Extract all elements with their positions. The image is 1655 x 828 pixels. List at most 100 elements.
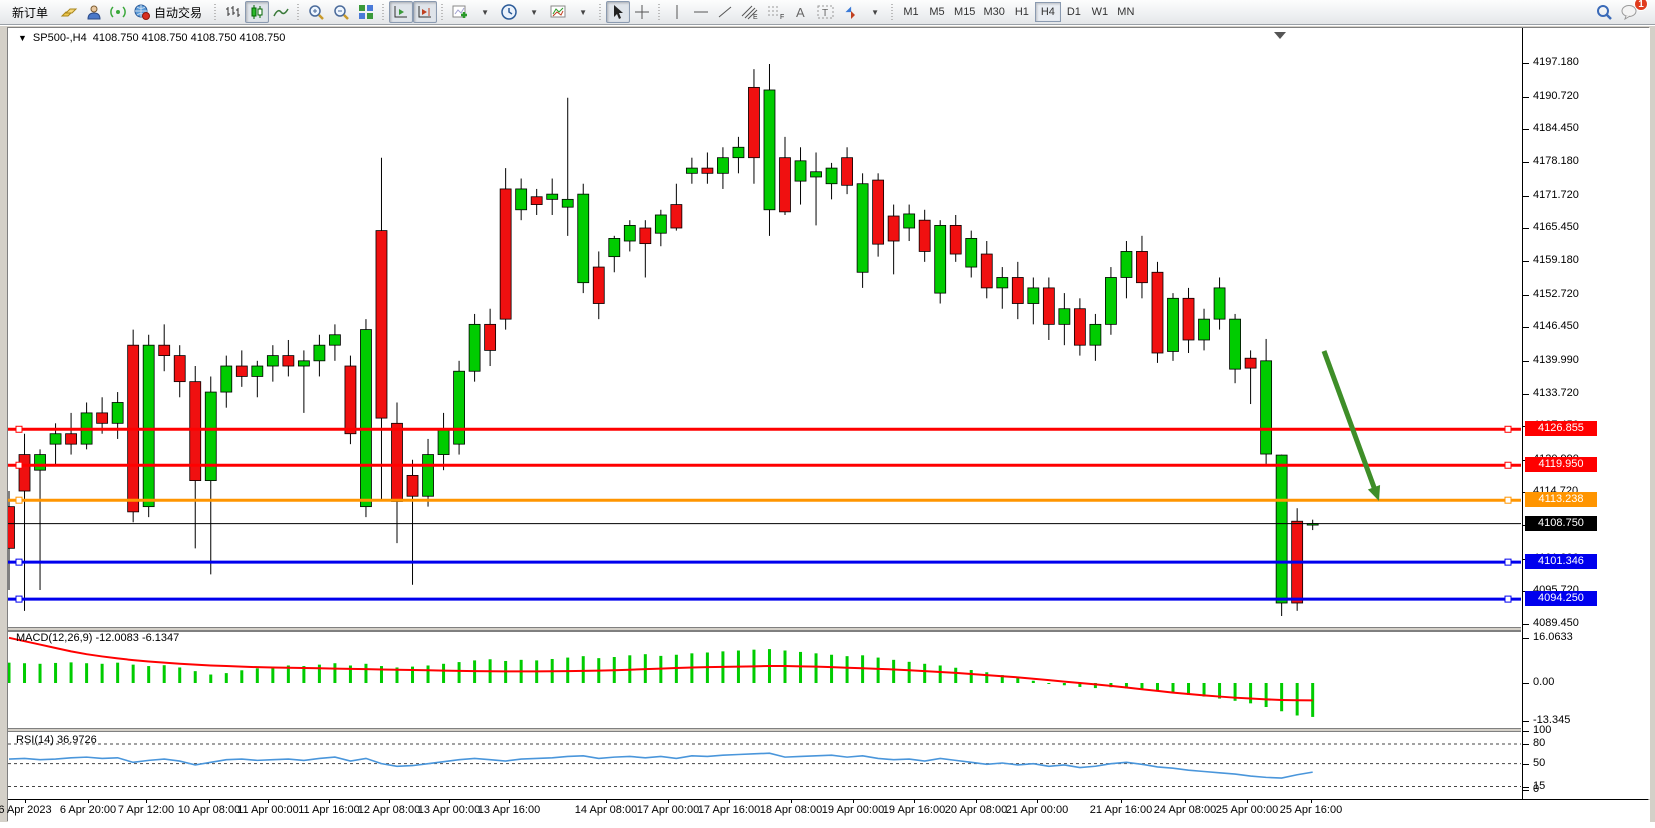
arrows-dropdown[interactable]: ▼ bbox=[863, 1, 887, 23]
price-axis[interactable]: 4197.1804190.7204184.4504178.1804171.720… bbox=[1523, 28, 1650, 799]
svg-text:A: A bbox=[796, 5, 805, 20]
equidistant-channel-button[interactable]: E bbox=[737, 1, 763, 23]
line-handle[interactable] bbox=[16, 559, 22, 565]
cursor-button[interactable] bbox=[606, 1, 630, 23]
chart-shift-marker[interactable] bbox=[1274, 32, 1286, 39]
candle bbox=[1012, 262, 1023, 319]
periods-dropdown[interactable]: ▼ bbox=[522, 1, 546, 23]
macd-histogram-bar bbox=[209, 675, 212, 683]
candle bbox=[112, 392, 123, 439]
timeframe-button-W1[interactable]: W1 bbox=[1087, 2, 1113, 22]
line-chart-icon bbox=[273, 4, 289, 20]
line-handle[interactable] bbox=[1505, 559, 1511, 565]
price-line-badge: 4094.250 bbox=[1525, 591, 1597, 606]
cursor-icon bbox=[611, 4, 625, 20]
candle bbox=[609, 236, 620, 272]
zoom-out-button[interactable] bbox=[329, 1, 354, 23]
candle bbox=[640, 220, 651, 277]
candlestick-chart-button[interactable] bbox=[245, 1, 269, 23]
macd-histogram-bar bbox=[458, 662, 461, 683]
macd-histogram-bar bbox=[271, 667, 274, 683]
candle bbox=[748, 69, 759, 184]
chevron-down-icon: ▼ bbox=[480, 8, 490, 17]
new-order-button[interactable]: 新订单 bbox=[4, 1, 56, 23]
candle-body bbox=[97, 413, 108, 423]
candle-body bbox=[624, 225, 635, 241]
chart-shift-button[interactable] bbox=[413, 1, 437, 23]
indicators-dropdown[interactable]: ▼ bbox=[473, 1, 497, 23]
candle bbox=[360, 319, 371, 517]
indicators-button[interactable] bbox=[448, 1, 473, 23]
one-click-dropdown-icon[interactable]: ▼ bbox=[18, 33, 27, 43]
macd-histogram-bar bbox=[1032, 681, 1035, 683]
arrows-button[interactable] bbox=[839, 1, 863, 23]
macd-signal-line bbox=[9, 638, 1313, 701]
gold-bars-icon[interactable] bbox=[56, 1, 82, 23]
line-handle[interactable] bbox=[1505, 497, 1511, 503]
line-handle[interactable] bbox=[1505, 462, 1511, 468]
timeframe-button-D1[interactable]: D1 bbox=[1061, 2, 1087, 22]
pane-splitter-rsi[interactable] bbox=[8, 728, 1521, 732]
chart-client-area[interactable]: ▼ SP500-,H4 4108.750 4108.750 4108.750 4… bbox=[7, 27, 1649, 821]
candle bbox=[562, 98, 573, 236]
macd-histogram-bar bbox=[1265, 683, 1268, 707]
accounts-button[interactable] bbox=[82, 1, 106, 23]
time-axis[interactable]: 6 Apr 20236 Apr 20:007 Apr 12:0010 Apr 0… bbox=[8, 800, 1650, 822]
timeframe-button-M1[interactable]: M1 bbox=[898, 2, 924, 22]
timeframe-button-M15[interactable]: M15 bbox=[950, 2, 979, 22]
auto-scroll-button[interactable] bbox=[389, 1, 413, 23]
pane-splitter-macd[interactable] bbox=[8, 627, 1521, 631]
line-chart-button[interactable] bbox=[269, 1, 293, 23]
line-handle[interactable] bbox=[1505, 426, 1511, 432]
trendline-button[interactable] bbox=[713, 1, 737, 23]
candle bbox=[826, 163, 837, 199]
price-axis-tick: 4133.720 bbox=[1533, 387, 1643, 399]
chart-shift-icon bbox=[417, 4, 433, 20]
line-handle[interactable] bbox=[16, 462, 22, 468]
candle-body bbox=[531, 197, 542, 205]
fibonacci-button[interactable]: F bbox=[763, 1, 789, 23]
text-label-button[interactable]: T bbox=[813, 1, 839, 23]
notifications-button[interactable]: 1 bbox=[1617, 1, 1643, 23]
price-axis-tick: 4184.450 bbox=[1533, 122, 1643, 134]
line-handle[interactable] bbox=[16, 497, 22, 503]
macd-histogram-bar bbox=[939, 665, 942, 683]
arrow-annotation[interactable] bbox=[1324, 351, 1380, 501]
timeframe-button-MN[interactable]: MN bbox=[1113, 2, 1139, 22]
line-handle[interactable] bbox=[16, 596, 22, 602]
line-handle[interactable] bbox=[16, 426, 22, 432]
toolbar-separator bbox=[439, 2, 446, 22]
text-button[interactable]: A bbox=[789, 1, 813, 23]
timeframe-button-M30[interactable]: M30 bbox=[979, 2, 1008, 22]
search-button[interactable] bbox=[1592, 1, 1617, 23]
crosshair-button[interactable] bbox=[630, 1, 654, 23]
bar-chart-button[interactable] bbox=[221, 1, 245, 23]
candle-body bbox=[748, 87, 759, 157]
timeframe-button-M5[interactable]: M5 bbox=[924, 2, 950, 22]
tile-windows-button[interactable] bbox=[354, 1, 378, 23]
templates-button[interactable] bbox=[546, 1, 571, 23]
candle bbox=[764, 64, 775, 236]
zoom-in-button[interactable] bbox=[304, 1, 329, 23]
vertical-line-button[interactable] bbox=[665, 1, 689, 23]
candle bbox=[950, 215, 961, 262]
macd-histogram-bar bbox=[877, 658, 880, 683]
horizontal-line-button[interactable] bbox=[689, 1, 713, 23]
periods-button[interactable] bbox=[497, 1, 522, 23]
candle bbox=[780, 137, 791, 215]
timeframe-group: M1M5M15M30H1H4D1W1MN bbox=[898, 0, 1139, 25]
templates-dropdown[interactable]: ▼ bbox=[571, 1, 595, 23]
signal-button[interactable] bbox=[106, 1, 130, 23]
line-handle[interactable] bbox=[1505, 596, 1511, 602]
time-axis-label: 7 Apr 12:00 bbox=[118, 804, 174, 816]
chart-ohlc-values: 4108.750 4108.750 4108.750 4108.750 bbox=[93, 32, 286, 44]
rsi-indicator-label: RSI(14) 36.9726 bbox=[16, 734, 97, 746]
text-label-icon: T bbox=[817, 4, 835, 20]
timeframe-button-H1[interactable]: H1 bbox=[1009, 2, 1035, 22]
auto-trading-button[interactable]: 自动交易 bbox=[130, 1, 210, 23]
candle bbox=[904, 205, 915, 241]
price-line-badge: 4126.855 bbox=[1525, 421, 1597, 436]
timeframe-button-H4[interactable]: H4 bbox=[1035, 2, 1061, 22]
candle bbox=[423, 439, 434, 507]
candle bbox=[314, 335, 325, 377]
